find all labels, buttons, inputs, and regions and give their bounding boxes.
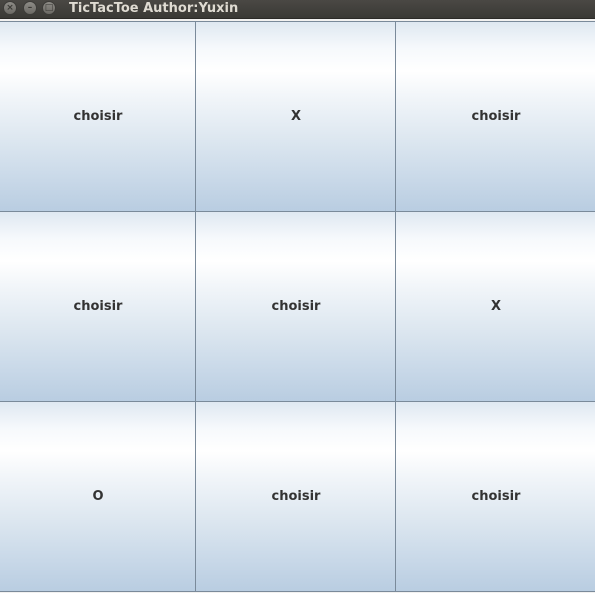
cell-label: X [490, 299, 502, 314]
cell-label: choisir [73, 299, 123, 314]
tictactoe-board: choisir X choisir choisir choisir X O ch… [0, 21, 595, 592]
cell-button-r3-c3[interactable]: choisir [395, 401, 595, 592]
title-bar[interactable]: × – □ TicTacToe Author:Yuxin [0, 0, 595, 19]
maximize-icon[interactable]: □ [42, 1, 56, 15]
cell-button-r3-c2[interactable]: choisir [195, 401, 397, 592]
cell-label: choisir [471, 109, 521, 124]
cell-button-r2-c2[interactable]: choisir [195, 211, 397, 402]
cell-button-r1-c3[interactable]: choisir [395, 21, 595, 212]
cell-button-r1-c2[interactable]: X [195, 21, 397, 212]
window-title: TicTacToe Author:Yuxin [69, 1, 239, 16]
app-window: × – □ TicTacToe Author:Yuxin choisir X c… [0, 0, 595, 593]
cell-button-r3-c1[interactable]: O [0, 401, 197, 592]
cell-label: choisir [73, 109, 123, 124]
cell-button-r1-c1[interactable]: choisir [0, 21, 197, 212]
cell-label: choisir [471, 489, 521, 504]
cell-label: O [92, 489, 104, 504]
cell-button-r2-c3[interactable]: X [395, 211, 595, 402]
minimize-icon[interactable]: – [23, 1, 37, 15]
cell-label: choisir [271, 299, 321, 314]
cell-label: choisir [271, 489, 321, 504]
cell-button-r2-c1[interactable]: choisir [0, 211, 197, 402]
close-icon[interactable]: × [3, 1, 17, 15]
cell-label: X [290, 109, 302, 124]
